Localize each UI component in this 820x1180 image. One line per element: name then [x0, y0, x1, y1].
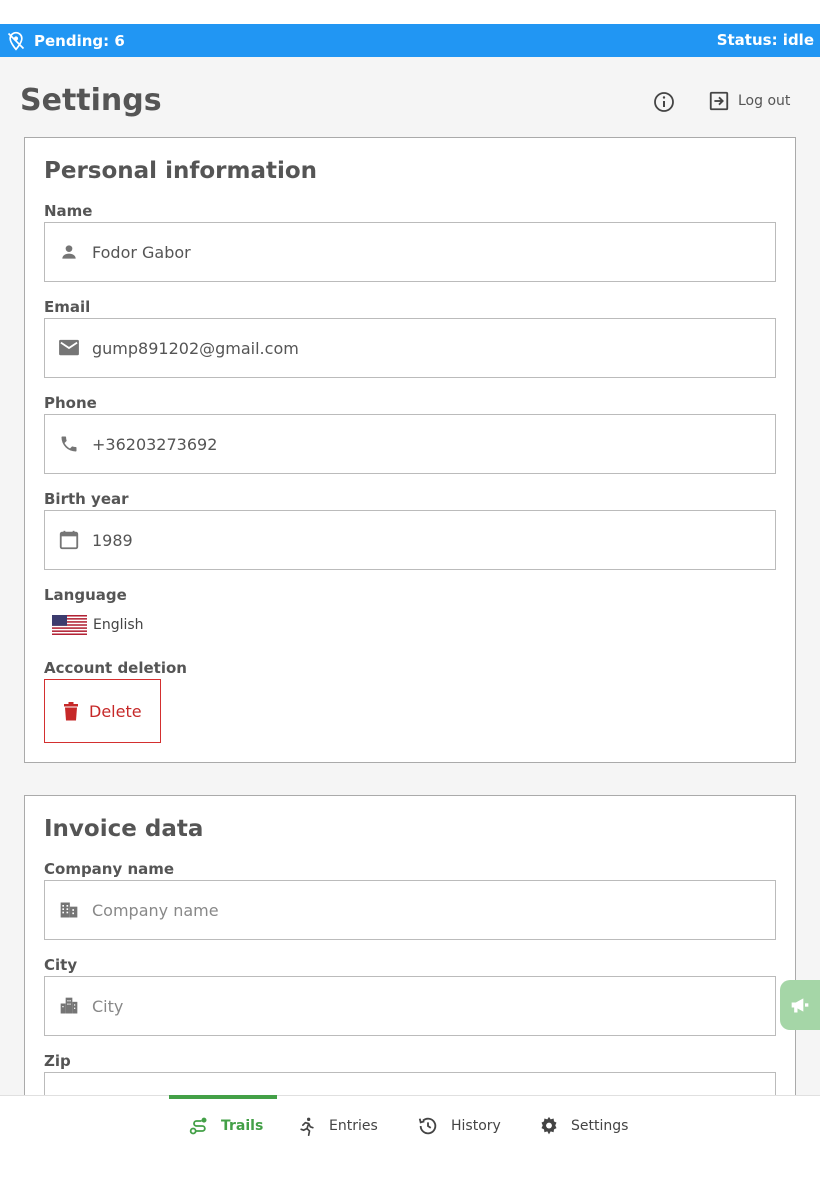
logout-button[interactable]: Log out — [708, 90, 790, 112]
email-value: gump891202@gmail.com — [92, 338, 299, 358]
company-name-field[interactable]: Company name — [44, 880, 776, 940]
name-value: Fodor Gabor — [92, 242, 191, 262]
phone-value: +36203273692 — [92, 434, 218, 454]
nav-trails[interactable]: Trails — [168, 1095, 278, 1156]
logout-label: Log out — [738, 93, 791, 109]
running-icon — [300, 1117, 314, 1136]
city-label: City — [44, 956, 78, 974]
city-field[interactable]: City — [44, 976, 776, 1036]
email-field[interactable]: gump891202@gmail.com — [44, 318, 776, 378]
account-deletion-label: Account deletion — [44, 659, 187, 677]
feedback-button[interactable] — [780, 980, 820, 1030]
history-icon — [418, 1117, 437, 1135]
personal-info-card: Personal information Name Fodor Gabor Em… — [24, 137, 796, 763]
language-selector[interactable]: English — [52, 615, 144, 635]
phone-icon — [57, 432, 81, 456]
pending-indicator: Pending: 6 — [6, 31, 125, 51]
city-placeholder: City — [92, 996, 124, 1016]
invoice-card: Invoice data Company name Company name C… — [24, 795, 796, 1095]
name-label: Name — [44, 202, 93, 220]
zip-field[interactable] — [44, 1072, 776, 1095]
person-icon — [57, 240, 81, 264]
info-icon — [654, 92, 674, 112]
city-icon — [57, 994, 81, 1018]
birth-year-label: Birth year — [44, 490, 129, 508]
trash-icon — [63, 701, 79, 721]
mail-icon — [57, 336, 81, 360]
pending-count: Pending: 6 — [34, 32, 125, 50]
logout-icon — [709, 91, 729, 111]
sync-status: Status: idle — [716, 31, 814, 49]
location-off-icon — [7, 31, 25, 51]
gear-icon — [541, 1116, 557, 1135]
phone-field[interactable]: +36203273692 — [44, 414, 776, 474]
us-flag-icon — [52, 615, 87, 635]
settings-page: Settings Log out Personal information Na… — [0, 57, 820, 1095]
nav-settings-label: Settings — [571, 1118, 629, 1134]
megaphone-icon — [791, 998, 809, 1013]
language-label: Language — [44, 586, 127, 604]
language-value: English — [93, 617, 144, 633]
company-name-label: Company name — [44, 860, 175, 878]
invoice-title: Invoice data — [44, 816, 204, 842]
nav-trails-label: Trails — [221, 1118, 264, 1134]
email-label: Email — [44, 298, 91, 316]
bottom-navigation: Trails Entries History Settings — [0, 1095, 820, 1180]
delete-account-button[interactable]: Delete — [44, 679, 161, 743]
nav-entries[interactable]: Entries — [297, 1096, 378, 1156]
status-bar: Pending: 6 Status: idle — [0, 24, 820, 57]
nav-history-label: History — [451, 1118, 501, 1134]
name-field[interactable]: Fodor Gabor — [44, 222, 776, 282]
company-name-placeholder: Company name — [92, 900, 219, 920]
birth-year-field[interactable]: 1989 — [44, 510, 776, 570]
delete-label: Delete — [89, 701, 142, 721]
birth-year-value: 1989 — [92, 530, 133, 550]
building-icon — [57, 898, 81, 922]
info-button[interactable] — [652, 90, 676, 114]
page-title: Settings — [20, 83, 162, 118]
nav-history[interactable]: History — [417, 1096, 501, 1156]
calendar-icon — [57, 528, 81, 552]
personal-info-title: Personal information — [44, 158, 318, 184]
nav-settings[interactable]: Settings — [539, 1096, 628, 1156]
zip-label: Zip — [44, 1052, 71, 1070]
trail-icon — [189, 1117, 207, 1135]
phone-label: Phone — [44, 394, 97, 412]
nav-entries-label: Entries — [329, 1118, 378, 1134]
